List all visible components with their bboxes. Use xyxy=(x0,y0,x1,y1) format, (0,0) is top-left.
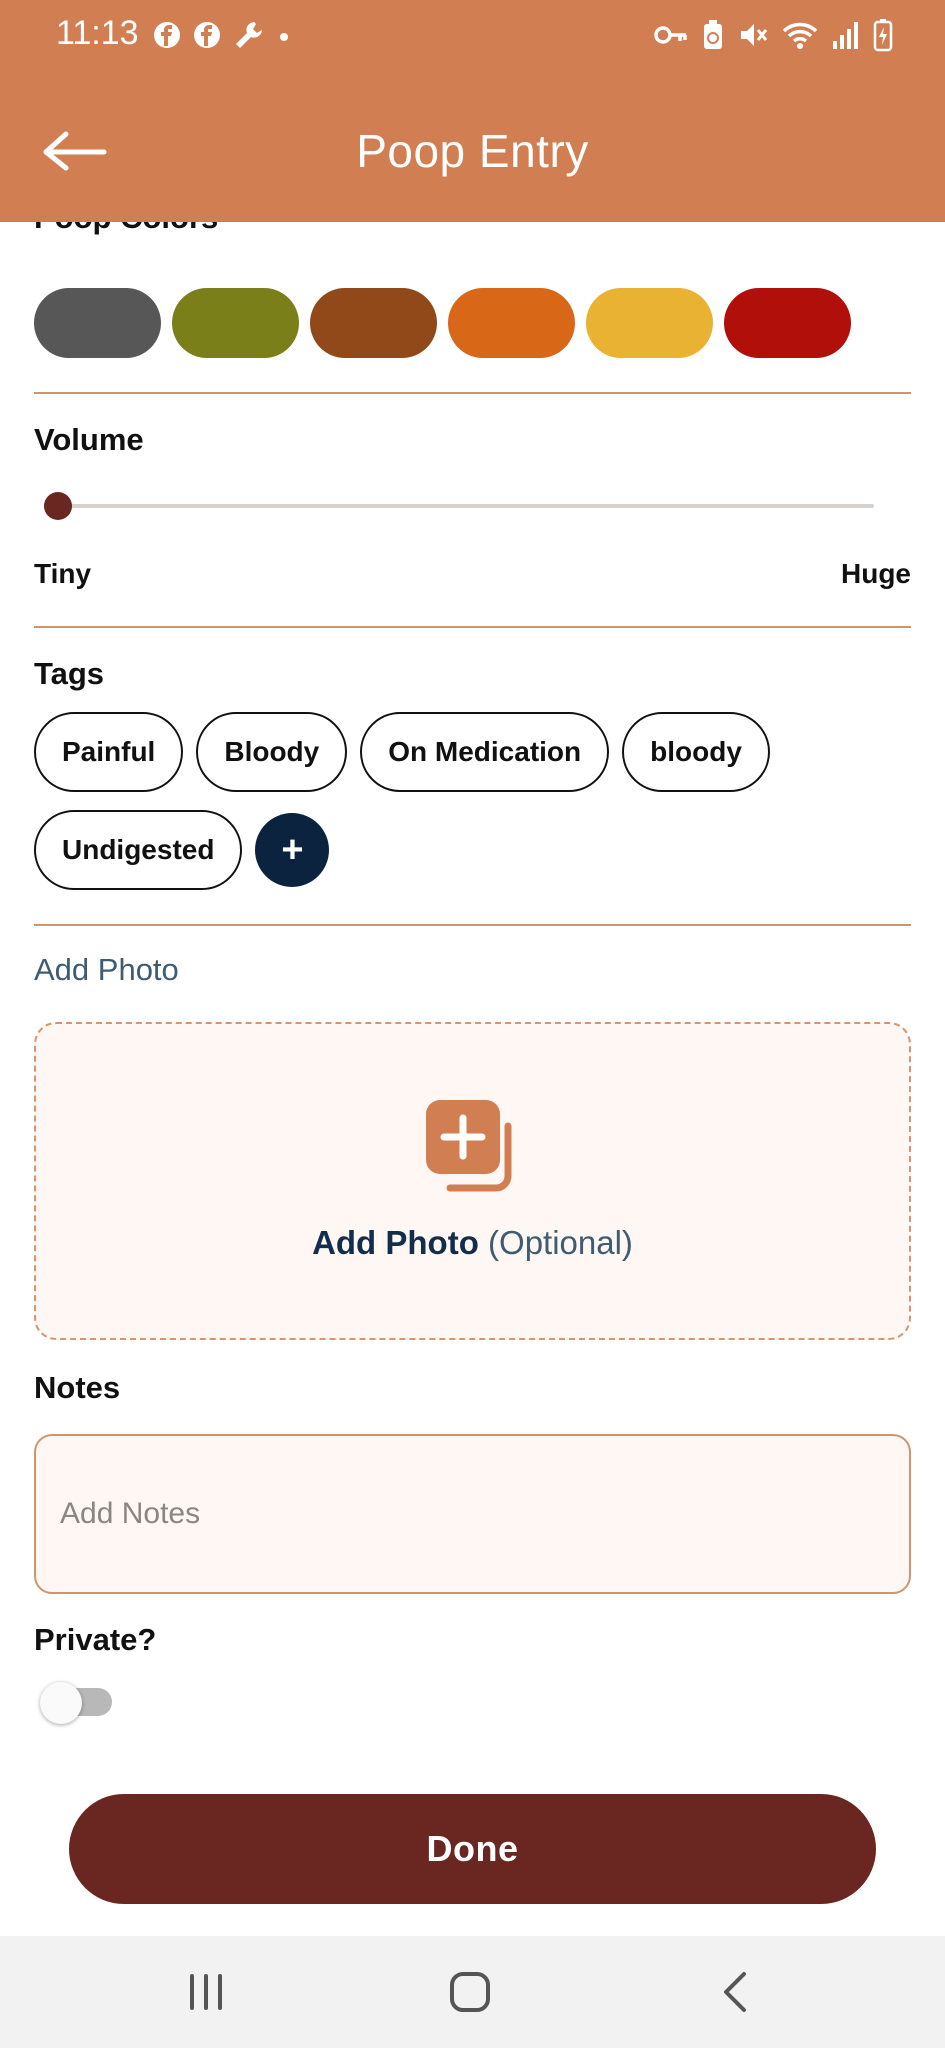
home-icon xyxy=(450,1972,490,2012)
entry-form[interactable]: Poop Colors Volume Tiny Huge Tags Painfu… xyxy=(0,222,945,1936)
volume-label: Volume xyxy=(34,422,144,457)
status-time: 11:13 xyxy=(56,14,139,52)
color-swatches xyxy=(34,288,851,358)
notes-label: Notes xyxy=(34,1370,121,1405)
signal-icon xyxy=(833,22,858,49)
volume-slider-track[interactable] xyxy=(58,504,874,508)
tag-chip[interactable]: bloody xyxy=(622,712,770,792)
battery-saver-icon xyxy=(704,20,722,49)
facebook-icon xyxy=(154,22,180,48)
recent-apps-button[interactable] xyxy=(166,1962,246,2022)
tag-chip[interactable]: Painful xyxy=(34,712,184,792)
color-swatch-yellow[interactable] xyxy=(586,288,713,358)
done-button[interactable]: Done xyxy=(69,1794,876,1904)
add-photo-caption: Add Photo (Optional) xyxy=(36,1224,909,1262)
private-toggle[interactable] xyxy=(40,1682,112,1724)
toggle-knob xyxy=(40,1682,82,1724)
add-tag-button[interactable]: + xyxy=(255,813,330,887)
color-swatch-olive[interactable] xyxy=(172,288,299,358)
divider xyxy=(34,392,911,394)
tag-chip[interactable]: Bloody xyxy=(196,712,348,792)
divider xyxy=(34,924,911,926)
tag-list: Painful Bloody On Medication bloody Undi… xyxy=(34,712,894,908)
mute-icon xyxy=(741,24,768,46)
volume-max-label: Huge xyxy=(841,558,911,589)
private-label: Private? xyxy=(34,1622,157,1657)
color-swatch-orange[interactable] xyxy=(448,288,575,358)
navigation-bar xyxy=(0,1936,945,2048)
status-bar: 11:13 xyxy=(0,0,945,75)
tags-label: Tags xyxy=(34,656,105,691)
volume-min-label: Tiny xyxy=(34,558,92,589)
add-photo-icon xyxy=(426,1100,512,1192)
volume-slider-thumb[interactable] xyxy=(44,492,72,520)
key-icon xyxy=(654,26,687,44)
tag-chip[interactable]: On Medication xyxy=(360,712,610,792)
color-swatch-red[interactable] xyxy=(724,288,851,358)
page-title: Poop Entry xyxy=(356,125,589,177)
recent-apps-icon xyxy=(190,1974,222,2010)
color-swatch-brown[interactable] xyxy=(310,288,437,358)
dot-icon xyxy=(280,33,288,41)
app-header: 11:13 Poop Entry xyxy=(0,0,945,222)
status-right-icons xyxy=(653,18,893,52)
home-button[interactable] xyxy=(430,1962,510,2022)
tag-chip[interactable]: Undigested xyxy=(34,810,243,890)
wifi-icon xyxy=(782,22,818,49)
add-photo-caption-optional: (Optional) xyxy=(488,1224,633,1261)
wrench-icon xyxy=(236,22,262,48)
battery-icon xyxy=(873,19,893,52)
back-icon xyxy=(724,1972,746,2012)
status-left-icons xyxy=(152,18,292,52)
add-photo-dropzone[interactable]: Add Photo (Optional) xyxy=(34,1022,911,1340)
color-swatch-gray[interactable] xyxy=(34,288,161,358)
notes-input[interactable]: Add Notes xyxy=(34,1434,911,1594)
divider xyxy=(34,626,911,628)
add-photo-caption-bold: Add Photo xyxy=(312,1224,479,1261)
facebook-icon xyxy=(194,22,220,48)
system-back-button[interactable] xyxy=(696,1962,776,2022)
colors-label: Poop Colors xyxy=(34,222,218,236)
add-photo-title: Add Photo xyxy=(34,952,179,987)
